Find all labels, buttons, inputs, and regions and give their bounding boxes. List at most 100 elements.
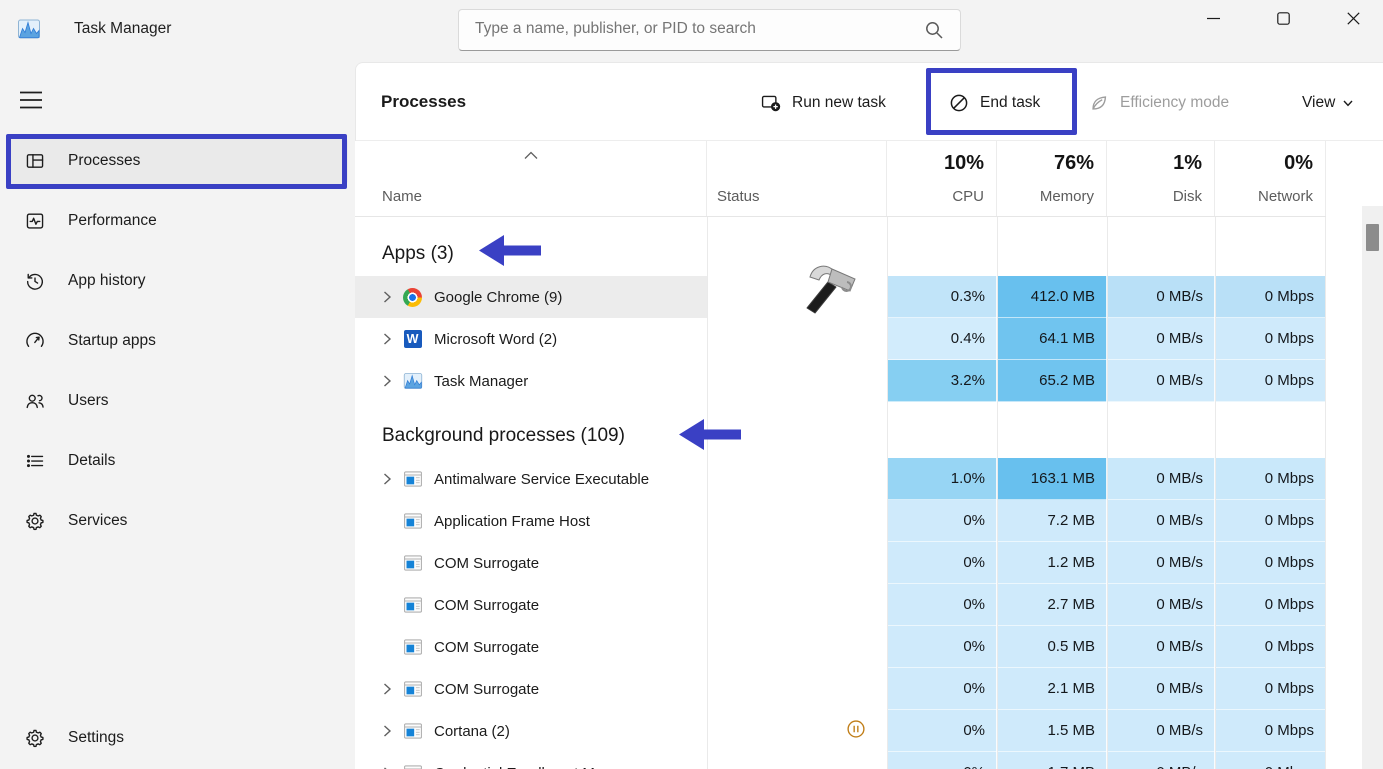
process-row-cortana-2[interactable]: Cortana (2)0%1.5 MB0 MB/s0 Mbps: [355, 710, 1326, 752]
group-label: Background processes (109): [355, 425, 625, 447]
process-row-microsoft-word-2[interactable]: WMicrosoft Word (2)0.4%64.1 MB0 MB/s0 Mb…: [355, 318, 1326, 360]
process-name-cell: Antimalware Service Executable: [355, 458, 707, 500]
sidebar-item-startup-apps[interactable]: Startup apps: [8, 317, 348, 365]
process-name: Cortana (2): [434, 723, 510, 740]
process-row-com-surrogate[interactable]: COM Surrogate0%0.5 MB0 MB/s0 Mbps: [355, 626, 1326, 668]
sidebar-item-settings[interactable]: Settings: [8, 714, 348, 762]
column-header-memory[interactable]: 76% Memory: [997, 141, 1107, 216]
cpu-column-label: CPU: [952, 188, 984, 205]
memory-total-value: 76%: [1054, 152, 1094, 175]
sidebar-item-app-history[interactable]: App history: [8, 257, 348, 305]
scrollbar-track[interactable]: [1362, 206, 1383, 769]
task-manager-logo-icon: [17, 17, 41, 41]
process-memory-cell: 412.0 MB: [997, 276, 1107, 318]
process-cpu-cell: 0.3%: [887, 276, 997, 318]
column-header-disk[interactable]: 1% Disk: [1107, 141, 1215, 216]
column-header-cpu[interactable]: 10% CPU: [887, 141, 997, 216]
process-memory-cell: 1.5 MB: [997, 710, 1107, 752]
group-spacer: [355, 217, 1326, 232]
process-memory-cell: 2.1 MB: [997, 668, 1107, 710]
sidebar-item-details[interactable]: Details: [8, 437, 348, 485]
process-disk-cell: 0 MB/s: [1107, 542, 1215, 584]
process-name-cell: Application Frame Host: [355, 500, 707, 542]
process-name: Google Chrome (9): [434, 289, 562, 306]
search-box[interactable]: [458, 9, 961, 51]
process-memory-cell: 7.2 MB: [997, 500, 1107, 542]
run-new-task-icon: [760, 92, 782, 114]
maximize-button[interactable]: [1260, 0, 1306, 36]
annotation-arrow-background-processes: [679, 419, 741, 450]
process-status-cell: [707, 360, 887, 402]
process-network-cell: 0 Mbps: [1215, 668, 1326, 710]
process-disk-cell: 0 MB/s: [1107, 500, 1215, 542]
expand-chevron-icon[interactable]: [382, 724, 401, 738]
expand-chevron-icon[interactable]: [382, 290, 401, 304]
process-row-com-surrogate[interactable]: COM Surrogate0%1.2 MB0 MB/s0 Mbps: [355, 542, 1326, 584]
process-network-cell: 0 Mbps: [1215, 360, 1326, 402]
generic-icon: [402, 469, 423, 490]
sidebar-item-label: Startup apps: [68, 332, 156, 350]
search-input[interactable]: [459, 10, 895, 48]
efficiency-mode-label: Efficiency mode: [1120, 94, 1229, 112]
scrollbar-thumb[interactable]: [1366, 224, 1379, 251]
efficiency-mode-button[interactable]: Efficiency mode: [1088, 81, 1229, 125]
close-button[interactable]: [1330, 0, 1376, 36]
sidebar-item-services[interactable]: Services: [8, 497, 348, 545]
expand-chevron-icon[interactable]: [382, 374, 401, 388]
column-header-name[interactable]: Name: [355, 141, 707, 216]
process-cpu-cell: 0%: [887, 668, 997, 710]
process-row-antimalware-service-executable[interactable]: Antimalware Service Executable1.0%163.1 …: [355, 458, 1326, 500]
network-total-value: 0%: [1284, 152, 1313, 175]
group-spacer: [355, 402, 1326, 414]
process-memory-cell: 0.5 MB: [997, 626, 1107, 668]
sort-ascending-icon: [523, 147, 539, 165]
run-new-task-button[interactable]: Run new task: [760, 81, 886, 125]
view-button[interactable]: View: [1302, 81, 1354, 125]
chevron-spacer: [382, 556, 401, 570]
process-name: Microsoft Word (2): [434, 331, 557, 348]
table-header: Name Status 10% CPU 76% Memory 1% Disk 0…: [355, 141, 1326, 217]
word-icon: W: [402, 329, 423, 350]
group-header-background-processes-109[interactable]: Background processes (109): [355, 414, 1326, 458]
maximize-icon: [1277, 12, 1288, 23]
search-icon[interactable]: [924, 20, 944, 40]
end-task-label: End task: [980, 94, 1040, 112]
column-divider: [887, 217, 888, 769]
minimize-button[interactable]: [1190, 0, 1236, 36]
sidebar-footer: Settings: [8, 714, 348, 762]
task-manager-window: Task Manager ProcessesPerformanceApp his…: [0, 0, 1383, 769]
expand-chevron-icon[interactable]: [382, 472, 401, 486]
process-cpu-cell: 0%: [887, 500, 997, 542]
process-name-cell: COM Surrogate: [355, 584, 707, 626]
process-row-credential-enrollment-manager[interactable]: Credential Enrollment Manager0%1.7 MB0 M…: [355, 752, 1326, 769]
settings-icon: [24, 727, 46, 749]
process-row-com-surrogate[interactable]: COM Surrogate0%2.1 MB0 MB/s0 Mbps: [355, 668, 1326, 710]
chevron-spacer: [382, 514, 401, 528]
sidebar-item-label: Settings: [68, 729, 124, 747]
column-header-status[interactable]: Status: [707, 141, 887, 216]
end-task-button[interactable]: End task: [948, 81, 1040, 125]
process-row-task-manager[interactable]: Task Manager3.2%65.2 MB0 MB/s0 Mbps: [355, 360, 1326, 402]
column-header-network[interactable]: 0% Network: [1215, 141, 1326, 216]
expand-chevron-icon[interactable]: [382, 682, 401, 696]
sidebar-item-users[interactable]: Users: [8, 377, 348, 425]
expand-chevron-icon[interactable]: [382, 332, 401, 346]
process-cpu-cell: 0%: [887, 626, 997, 668]
generic-icon: [402, 679, 423, 700]
process-row-com-surrogate[interactable]: COM Surrogate0%2.7 MB0 MB/s0 Mbps: [355, 584, 1326, 626]
generic-icon: [402, 763, 423, 769]
process-status-cell: [707, 318, 887, 360]
sidebar-item-processes[interactable]: Processes: [8, 137, 348, 185]
process-name: Credential Enrollment Manager: [434, 765, 642, 769]
process-name: Antimalware Service Executable: [434, 471, 649, 488]
cpu-total-value: 10%: [944, 152, 984, 175]
process-row-application-frame-host[interactable]: Application Frame Host0%7.2 MB0 MB/s0 Mb…: [355, 500, 1326, 542]
process-name: COM Surrogate: [434, 555, 539, 572]
group-label: Apps (3): [355, 243, 454, 265]
menu-toggle-button[interactable]: [16, 86, 46, 114]
process-disk-cell: 0 MB/s: [1107, 360, 1215, 402]
sidebar-item-performance[interactable]: Performance: [8, 197, 348, 245]
process-disk-cell: 0 MB/s: [1107, 276, 1215, 318]
column-divider: [997, 217, 998, 769]
generic-icon: [402, 595, 423, 616]
